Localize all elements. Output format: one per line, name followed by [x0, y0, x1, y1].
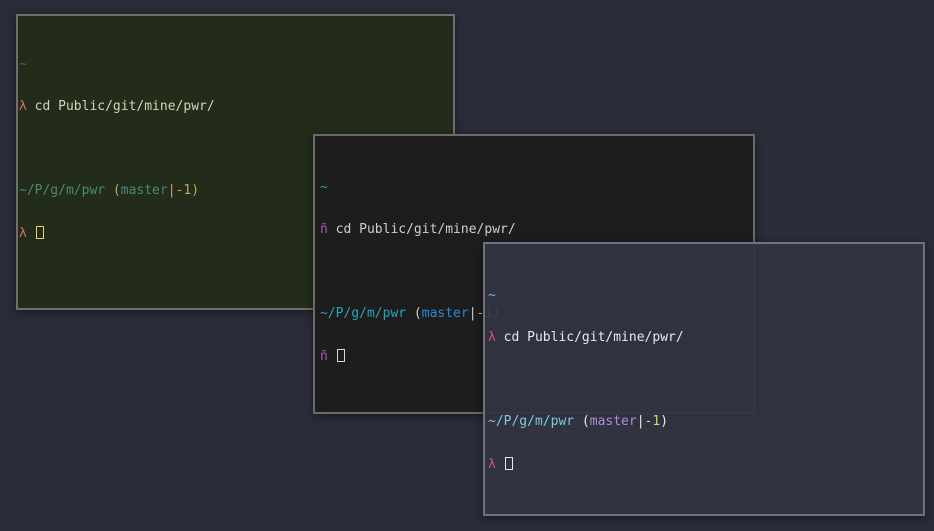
command-text: cd Public/git/mine/pwr/ — [335, 222, 516, 237]
terminal-line-cwd: ~ — [19, 58, 453, 72]
terminal-line-cwd: ~ — [320, 181, 753, 195]
branch-name: master — [421, 306, 469, 321]
branch-close-paren: ) — [191, 183, 200, 198]
tilde-text: ~ — [19, 57, 27, 72]
command-text: cd Public/git/mine/pwr/ — [34, 99, 215, 114]
terminal-line-prompt[interactable]: λ — [488, 457, 923, 472]
command-text: cd Public/git/mine/pwr/ — [503, 330, 684, 345]
prompt-symbol: λ — [488, 330, 496, 345]
path-text: ~/P/g/m/pwr — [488, 414, 575, 429]
branch-name: master — [589, 414, 637, 429]
terminal-line-command: λ cd Public/git/mine/pwr/ — [19, 100, 453, 114]
prompt-symbol: λ — [19, 99, 27, 114]
terminal-line-command: ñ cd Public/git/mine/pwr/ — [320, 223, 753, 237]
tilde-text: ~ — [488, 288, 496, 303]
prompt-symbol: λ — [19, 226, 27, 241]
terminal-line-path: ~/P/g/m/pwr (master|-1) — [488, 415, 923, 429]
branch-open-paren: ( — [413, 306, 422, 321]
text-cursor[interactable] — [35, 226, 44, 239]
tilde-text: ~ — [320, 180, 328, 195]
branch-open-paren: ( — [581, 414, 590, 429]
terminal-line-cwd: ~ — [488, 289, 923, 303]
prompt-symbol: ñ — [320, 349, 328, 364]
branch-separator: | — [468, 306, 477, 321]
desktop: ~ λ cd Public/git/mine/pwr/ ~/P/g/m/pwr … — [0, 0, 934, 531]
branch-separator: | — [636, 414, 645, 429]
branch-name: master — [120, 183, 168, 198]
terminal-line-command: λ cd Public/git/mine/pwr/ — [488, 331, 923, 345]
branch-open-paren: ( — [112, 183, 121, 198]
prompt-symbol: ñ — [320, 222, 328, 237]
text-cursor[interactable] — [504, 457, 513, 470]
path-text: ~/P/g/m/pwr — [19, 183, 106, 198]
branch-close-paren: ) — [660, 414, 669, 429]
path-text: ~/P/g/m/pwr — [320, 306, 407, 321]
text-cursor[interactable] — [336, 349, 345, 362]
branch-status: -1 — [644, 414, 661, 429]
terminal-window-3[interactable]: ~ λ cd Public/git/mine/pwr/ ~/P/g/m/pwr … — [483, 242, 925, 516]
branch-status: -1 — [175, 183, 192, 198]
prompt-symbol: λ — [488, 457, 496, 472]
branch-separator: | — [167, 183, 176, 198]
